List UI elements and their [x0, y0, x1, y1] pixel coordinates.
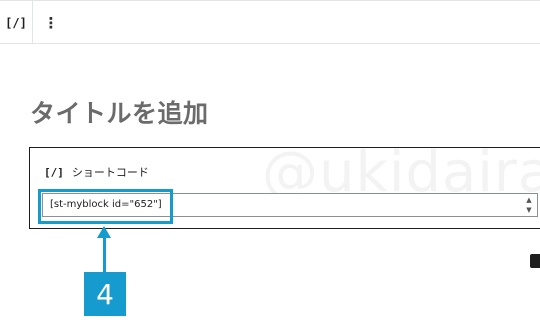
stepper-down-icon[interactable]: ▼	[526, 206, 531, 214]
block-appender-button[interactable]	[530, 254, 540, 268]
shortcode-block-label: [/] ショートコード	[44, 164, 149, 180]
stepper-up-icon[interactable]: ▲	[526, 196, 531, 204]
more-options-icon[interactable]: ⋮	[33, 1, 69, 44]
shortcode-icon: [/]	[44, 165, 64, 179]
post-title[interactable]: タイトルを追加	[30, 94, 209, 130]
block-toolbar: [/] ⋮	[0, 0, 540, 44]
shortcode-block-icon[interactable]: [/]	[0, 1, 33, 44]
annotation-arrow-line	[103, 236, 106, 272]
annotation-highlight-box	[38, 189, 173, 224]
shortcode-label-text: ショートコード	[71, 166, 149, 179]
step-number-badge: 4	[84, 272, 126, 316]
resize-stepper[interactable]: ▲ ▼	[524, 196, 534, 214]
